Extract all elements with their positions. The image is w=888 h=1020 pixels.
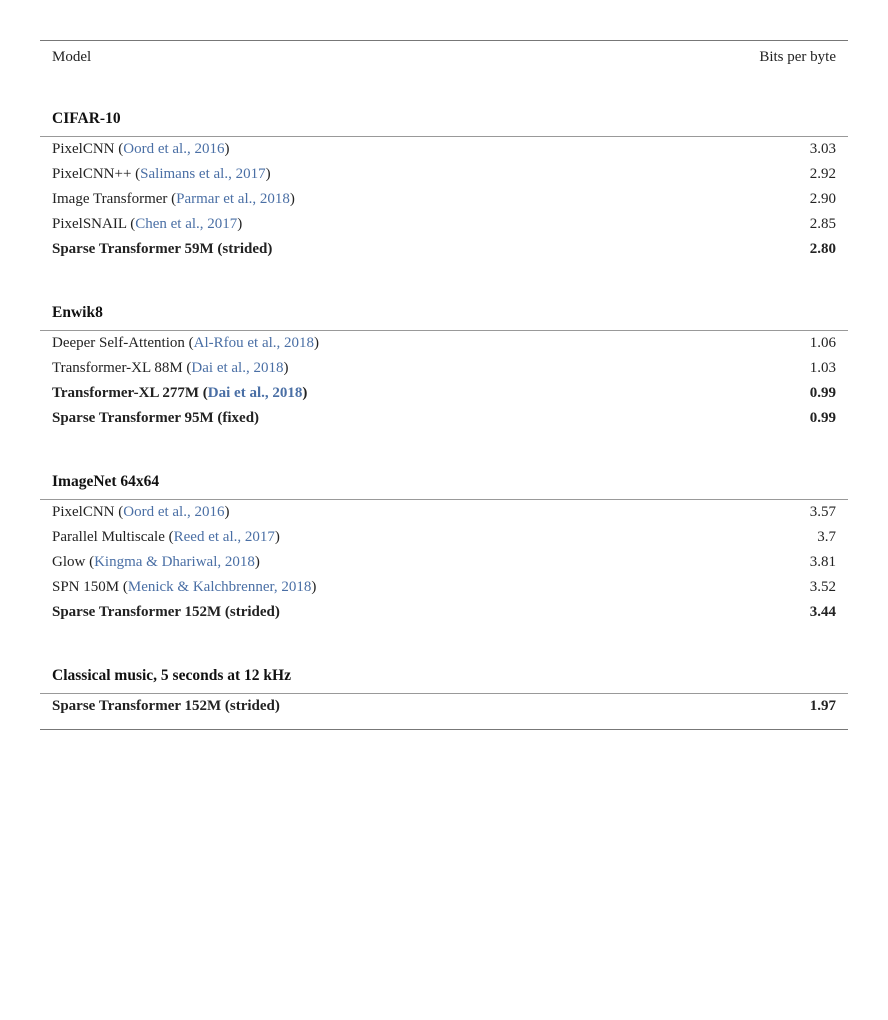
model-cell: PixelCNN (Oord et al., 2016)	[40, 500, 640, 525]
data-row: Image Transformer (Parmar et al., 2018)2…	[40, 187, 848, 212]
table-header-row: Model Bits per byte	[40, 41, 848, 79]
section-gap	[40, 272, 848, 286]
model-cell: Transformer-XL 277M (Dai et al., 2018)	[40, 381, 640, 406]
col-metric-header: Bits per byte	[640, 41, 848, 79]
model-cell: Parallel Multiscale (Reed et al., 2017)	[40, 525, 640, 550]
model-cell: SPN 150M (Menick & Kalchbrenner, 2018)	[40, 575, 640, 600]
citation-link[interactable]: Reed et al., 2017	[174, 529, 275, 545]
section-gap	[40, 441, 848, 455]
metric-cell: 1.03	[640, 356, 848, 381]
metric-cell: 3.7	[640, 525, 848, 550]
section-end-gap	[40, 719, 848, 730]
data-row: PixelCNN (Oord et al., 2016)3.03	[40, 137, 848, 162]
citation-link[interactable]: Kingma & Dhariwal, 2018	[94, 554, 255, 570]
citation-link[interactable]: Chen et al., 2017	[135, 216, 237, 232]
metric-cell: 2.90	[640, 187, 848, 212]
model-cell: PixelCNN (Oord et al., 2016)	[40, 137, 640, 162]
metric-cell: 0.99	[640, 381, 848, 406]
data-row: PixelCNN (Oord et al., 2016)3.57	[40, 500, 848, 525]
model-cell: Glow (Kingma & Dhariwal, 2018)	[40, 550, 640, 575]
metric-cell: 0.99	[640, 406, 848, 431]
data-row: PixelCNN++ (Salimans et al., 2017)2.92	[40, 162, 848, 187]
metric-cell: 2.80	[640, 237, 848, 262]
section-title-classicalmusic: Classical music, 5 seconds at 12 kHz	[40, 649, 848, 694]
model-cell: Sparse Transformer 59M (strided)	[40, 237, 640, 262]
section-end-gap	[40, 625, 848, 635]
data-row: Sparse Transformer 152M (strided)3.44	[40, 600, 848, 625]
citation-link[interactable]: Menick & Kalchbrenner, 2018	[128, 579, 312, 595]
section-end-gap	[40, 262, 848, 272]
section-title-imagenet64: ImageNet 64x64	[40, 455, 848, 500]
table-container: Model Bits per byte CIFAR-10PixelCNN (Oo…	[20, 20, 868, 750]
citation-link[interactable]: Oord et al., 2016	[123, 141, 224, 157]
citation-link[interactable]: Parmar et al., 2018	[176, 191, 290, 207]
section-gap	[40, 78, 848, 92]
metric-cell: 2.85	[640, 212, 848, 237]
data-row: Parallel Multiscale (Reed et al., 2017)3…	[40, 525, 848, 550]
metric-cell: 3.52	[640, 575, 848, 600]
model-cell: Transformer-XL 88M (Dai et al., 2018)	[40, 356, 640, 381]
section-gap	[40, 635, 848, 649]
table-bottom-border	[40, 730, 848, 731]
section-end-gap	[40, 431, 848, 441]
citation-link[interactable]: Salimans et al., 2017	[140, 166, 265, 182]
metric-cell: 1.97	[640, 694, 848, 719]
main-table: Model Bits per byte CIFAR-10PixelCNN (Oo…	[40, 40, 848, 730]
data-row: SPN 150M (Menick & Kalchbrenner, 2018)3.…	[40, 575, 848, 600]
model-cell: Sparse Transformer 95M (fixed)	[40, 406, 640, 431]
citation-link[interactable]: Al-Rfou et al., 2018	[194, 335, 314, 351]
model-cell: Sparse Transformer 152M (strided)	[40, 600, 640, 625]
data-row: Transformer-XL 277M (Dai et al., 2018)0.…	[40, 381, 848, 406]
metric-cell: 1.06	[640, 331, 848, 356]
model-cell: Deeper Self-Attention (Al-Rfou et al., 2…	[40, 331, 640, 356]
metric-cell: 3.03	[640, 137, 848, 162]
model-cell: PixelSNAIL (Chen et al., 2017)	[40, 212, 640, 237]
citation-link[interactable]: Dai et al., 2018	[191, 360, 283, 376]
data-row: Sparse Transformer 152M (strided)1.97	[40, 694, 848, 719]
model-cell: Image Transformer (Parmar et al., 2018)	[40, 187, 640, 212]
section-title-enwik8: Enwik8	[40, 286, 848, 331]
model-cell: PixelCNN++ (Salimans et al., 2017)	[40, 162, 640, 187]
citation-link[interactable]: Dai et al., 2018	[208, 385, 303, 401]
metric-cell: 2.92	[640, 162, 848, 187]
col-model-header: Model	[40, 41, 640, 79]
data-row: Deeper Self-Attention (Al-Rfou et al., 2…	[40, 331, 848, 356]
data-row: Sparse Transformer 59M (strided)2.80	[40, 237, 848, 262]
metric-cell: 3.81	[640, 550, 848, 575]
data-row: Sparse Transformer 95M (fixed)0.99	[40, 406, 848, 431]
metric-cell: 3.44	[640, 600, 848, 625]
data-row: PixelSNAIL (Chen et al., 2017)2.85	[40, 212, 848, 237]
citation-link[interactable]: Oord et al., 2016	[123, 504, 224, 520]
data-row: Glow (Kingma & Dhariwal, 2018)3.81	[40, 550, 848, 575]
section-title-cifar10: CIFAR-10	[40, 92, 848, 137]
model-cell: Sparse Transformer 152M (strided)	[40, 694, 640, 719]
metric-cell: 3.57	[640, 500, 848, 525]
data-row: Transformer-XL 88M (Dai et al., 2018)1.0…	[40, 356, 848, 381]
